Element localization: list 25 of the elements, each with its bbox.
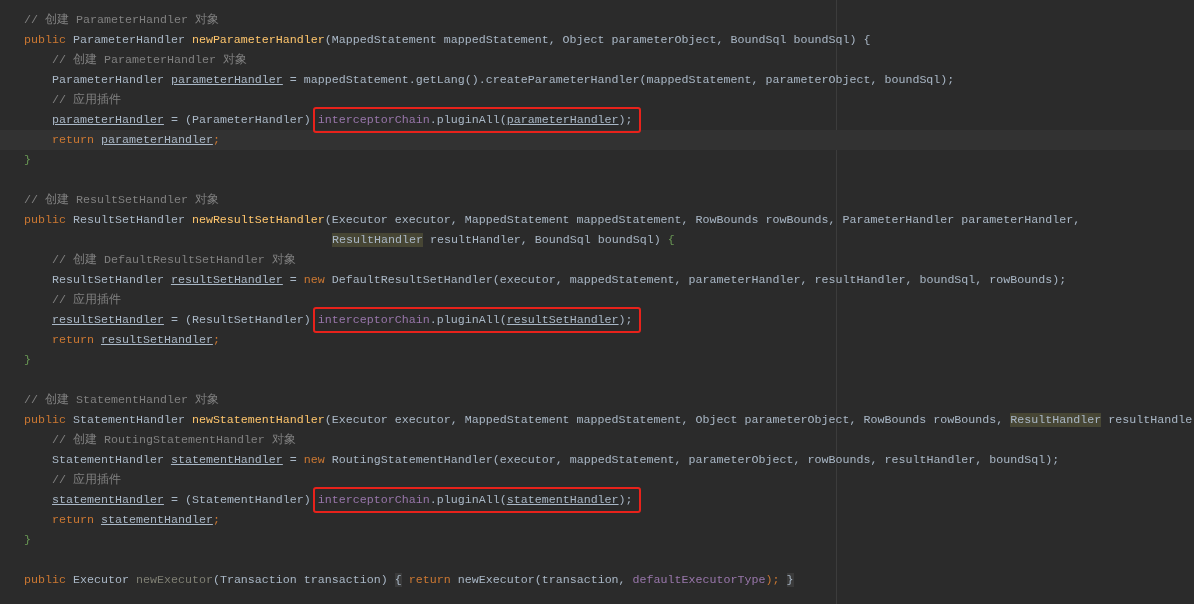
code-line: // 创建 DefaultResultSetHandler 对象 <box>51 252 297 269</box>
code-line: // 应用插件 <box>51 92 122 109</box>
code-line: } <box>23 152 32 169</box>
code-line: ParameterHandler parameterHandler = mappedStatement.getLang().createParameterHandler(mappedStatement, parameterObject, boundSql); <box>51 72 956 89</box>
code-line: public ResultSetHandler newResultSetHandler(Executor executor, MappedStatement mappedStatement, RowBounds rowBounds, ParameterHandler parameterHandler, <box>23 212 1082 229</box>
code-line: // 创建 ParameterHandler 对象 <box>23 12 220 29</box>
code-line: // 创建 ParameterHandler 对象 <box>51 52 248 69</box>
code-line: public StatementHandler newStatementHandler(Executor executor, MappedStatement mappedStatement, Object parameterObject, RowBounds rowBounds, ResultHandler resultHandle <box>23 412 1194 429</box>
code-line: } <box>23 532 32 549</box>
code-line: public ParameterHandler newParameterHandler(MappedStatement mappedStatement, Object parameterObject, BoundSql boundSql) { <box>23 32 872 49</box>
code-line: ResultSetHandler resultSetHandler = new DefaultResultSetHandler(executor, mappedStatement, parameterHandler, resultHandler, boundSql, rowBounds); <box>51 272 1068 289</box>
code-line: // 创建 RoutingStatementHandler 对象 <box>51 432 297 449</box>
code-line: // 创建 StatementHandler 对象 <box>23 392 220 409</box>
code-line: // 创建 ResultSetHandler 对象 <box>23 192 220 209</box>
code-line: public Executor newExecutor(Transaction transaction) { return newExecutor(transaction, defaultExecutorType); } <box>23 572 795 589</box>
code-line: resultSetHandler = (ResultSetHandler) interceptorChain.pluginAll(resultSetHandler); <box>51 312 634 329</box>
code-line: // 应用插件 <box>51 472 122 489</box>
code-line: parameterHandler = (ParameterHandler) interceptorChain.pluginAll(parameterHandler); <box>51 112 634 129</box>
code-line: // 应用插件 <box>51 292 122 309</box>
code-line: statementHandler = (StatementHandler) interceptorChain.pluginAll(statementHandler); <box>51 492 634 509</box>
code-line: return statementHandler; <box>51 512 221 529</box>
code-line: StatementHandler statementHandler = new RoutingStatementHandler(executor, mappedStatement, parameterObject, rowBounds, resultHandler, boundSql); <box>51 452 1061 469</box>
code-line: } <box>23 352 32 369</box>
code-line: ResultHandler resultHandler, BoundSql boundSql) { <box>331 232 676 249</box>
code-line: return resultSetHandler; <box>51 332 221 349</box>
